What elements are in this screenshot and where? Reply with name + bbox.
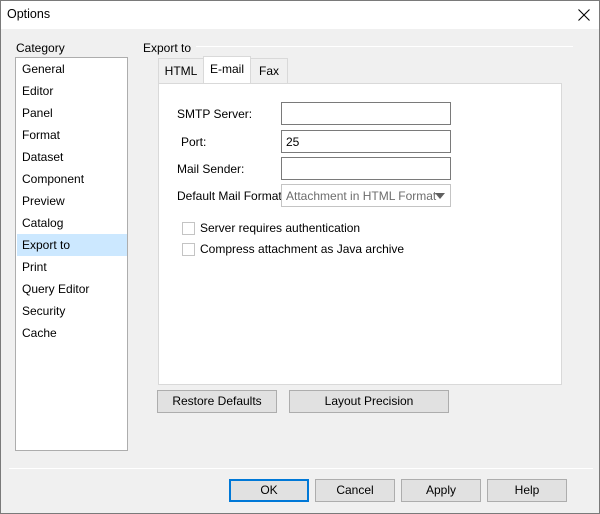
compress-checkbox-row[interactable]: Compress attachment as Java archive xyxy=(182,241,404,257)
ok-button[interactable]: OK xyxy=(229,479,309,502)
tab-email[interactable]: E-mail xyxy=(203,56,251,83)
close-button[interactable] xyxy=(569,1,599,29)
category-item-security[interactable]: Security xyxy=(17,300,127,322)
layout-precision-button[interactable]: Layout Precision xyxy=(289,390,449,413)
tab-fax[interactable]: Fax xyxy=(250,58,288,83)
category-label: Category xyxy=(16,41,65,55)
category-item-dataset[interactable]: Dataset xyxy=(17,146,127,168)
group-divider xyxy=(196,46,573,47)
restore-defaults-button[interactable]: Restore Defaults xyxy=(157,390,277,413)
mail-format-value: Attachment in HTML Format xyxy=(286,189,437,203)
help-button[interactable]: Help xyxy=(487,479,567,502)
mail-sender-label: Mail Sender: xyxy=(177,162,245,176)
auth-checkbox[interactable] xyxy=(182,221,195,235)
smtp-server-input[interactable] xyxy=(281,102,451,125)
export-group-label: Export to xyxy=(143,41,192,55)
category-item-print[interactable]: Print xyxy=(17,256,127,278)
compress-checkbox-label: Compress attachment as Java archive xyxy=(200,242,405,256)
category-item-general[interactable]: General xyxy=(17,58,127,80)
window-title: Options xyxy=(7,7,51,21)
smtp-server-label: SMTP Server: xyxy=(177,107,253,121)
mail-format-dropdown[interactable]: Attachment in HTML Format xyxy=(281,184,451,207)
category-list[interactable]: General Editor Panel Format Dataset Comp… xyxy=(15,57,128,451)
category-item-format[interactable]: Format xyxy=(17,124,127,146)
footer-separator xyxy=(9,468,593,469)
auth-checkbox-label: Server requires authentication xyxy=(200,221,361,235)
category-item-component[interactable]: Component xyxy=(17,168,127,190)
category-item-preview[interactable]: Preview xyxy=(17,190,127,212)
category-item-editor[interactable]: Editor xyxy=(17,80,127,102)
options-dialog: Options Category General Editor Panel Fo… xyxy=(0,0,600,514)
category-item-panel[interactable]: Panel xyxy=(17,102,127,124)
compress-checkbox[interactable] xyxy=(182,242,195,256)
cancel-button[interactable]: Cancel xyxy=(315,479,395,502)
close-icon xyxy=(578,9,590,21)
mail-sender-input[interactable] xyxy=(281,157,451,180)
chevron-down-icon xyxy=(429,185,450,206)
tab-html[interactable]: HTML xyxy=(158,58,204,83)
category-item-export-to[interactable]: Export to xyxy=(17,234,127,256)
auth-checkbox-row[interactable]: Server requires authentication xyxy=(182,220,360,236)
category-item-cache[interactable]: Cache xyxy=(17,322,127,344)
apply-button[interactable]: Apply xyxy=(401,479,481,502)
port-input[interactable] xyxy=(281,130,451,153)
category-item-query-editor[interactable]: Query Editor xyxy=(17,278,127,300)
port-label: Port: xyxy=(181,135,207,149)
category-item-catalog[interactable]: Catalog xyxy=(17,212,127,234)
title-bar: Options xyxy=(1,1,599,29)
mail-format-label: Default Mail Format: xyxy=(177,189,286,203)
